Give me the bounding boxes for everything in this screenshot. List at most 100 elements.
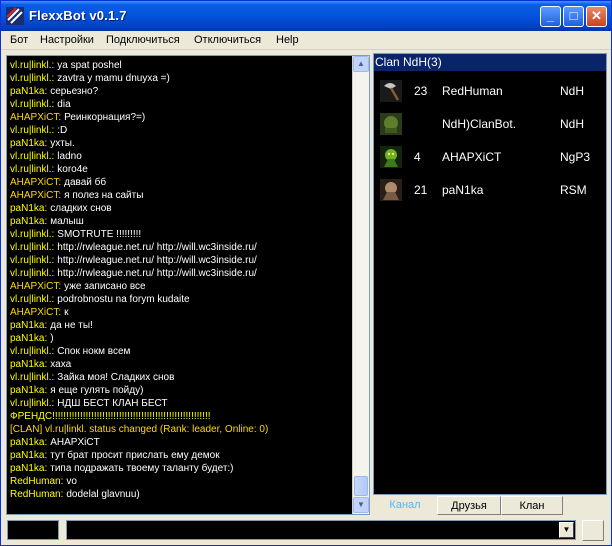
chat-line: paN1ka:) (10, 332, 352, 345)
menu-bar: Бот Настройки Подключиться Отключиться H… (1, 31, 611, 50)
menu-bot[interactable]: Бот (10, 34, 28, 46)
chat-message: к (64, 307, 69, 318)
chat-sender: vl.ru|linkl.: (10, 99, 55, 110)
clan-member-row[interactable]: 23 RedHuman NdH (374, 78, 606, 106)
member-clan-tag: NdH (560, 84, 585, 98)
chat-scrollbar[interactable]: ▲ ▼ (352, 56, 369, 514)
clan-header: Clan NdH(3) (374, 54, 606, 71)
member-clan-tag: NdH (560, 117, 585, 131)
axe-icon (380, 80, 402, 102)
chat-message: ya spat poshel (57, 60, 122, 71)
scroll-up-icon[interactable]: ▲ (353, 56, 369, 72)
chat-message: я еще гулять пойду) (50, 385, 144, 396)
hero-icon (380, 146, 402, 168)
scroll-down-icon[interactable]: ▼ (353, 497, 369, 513)
chat-sender: vl.ru|linkl.: (10, 268, 55, 279)
chat-message: тут брат просит прислать ему демок (50, 450, 220, 461)
clan-member-row[interactable]: 21 paN1ka RSM (374, 177, 606, 205)
chat-line: paN1ka: ухты. (10, 137, 352, 150)
close-button[interactable]: ✕ (586, 6, 607, 27)
chat-line: AHAPXiCT: Реинкорнация?=) (10, 111, 352, 124)
chat-line: AHAPXiCT: уже записано все (10, 280, 352, 293)
chat-line: paN1ka: сладких снов (10, 202, 352, 215)
clan-member-row[interactable]: NdH)ClanBot. NdH (374, 111, 606, 139)
member-level: 4 (414, 150, 421, 164)
chat-message: хаха (50, 359, 72, 370)
panel-tabs: Канал Друзья Клан (373, 495, 607, 517)
chat-line: vl.ru|linkl.: ya spat poshel (10, 59, 352, 72)
chat-message: я полез на сайты (64, 190, 144, 201)
chat-message: да не ты! (50, 320, 93, 331)
chat-line: AHAPXiCT: к (10, 306, 352, 319)
window-title: FlexxBot v0.1.7 (29, 8, 127, 23)
title-bar[interactable]: FlexxBot v0.1.7 _ □ ✕ (1, 1, 611, 31)
chat-sender: AHAPXiCT: (10, 281, 62, 292)
chat-message: :D (57, 125, 68, 136)
chat-line: [CLAN] vl.ru|linkl. status changed (Rank… (10, 423, 352, 436)
chat-sender: RedHuman: (10, 476, 64, 487)
chat-line: vl.ru|linkl.: НДШ БЕСТ КЛАН БЕСТ (10, 397, 352, 410)
menu-disconnect[interactable]: Отключиться (194, 34, 261, 46)
send-button[interactable] (582, 520, 604, 541)
tab-channel[interactable]: Канал (383, 496, 427, 515)
minimize-button[interactable]: _ (540, 6, 561, 27)
chat-message: сладких снов (50, 203, 112, 214)
chat-sender: vl.ru|linkl.: (10, 60, 55, 71)
bot-icon (380, 113, 402, 135)
menu-help[interactable]: Help (276, 34, 299, 46)
chat-message: http://rwleague.net.ru/ http://will.wc3i… (57, 242, 257, 253)
chat-sender: paN1ka: (10, 463, 48, 474)
chat-sender: vl.ru|linkl.: (10, 164, 55, 175)
chat-sender: vl.ru|linkl.: (10, 229, 55, 240)
chat-sender: paN1ka: (10, 203, 48, 214)
chat-sender: AHAPXiCT: (10, 190, 62, 201)
chat-message: dodelal glavnuu) (66, 489, 140, 500)
message-input[interactable]: ▼ (66, 520, 576, 540)
scroll-thumb[interactable] (354, 476, 368, 496)
chat-line: paN1ka: тут брат просит прислать ему демо… (10, 449, 352, 462)
maximize-button[interactable]: □ (563, 6, 584, 27)
chat-line: RedHuman: dodelal glavnuu) (10, 488, 352, 501)
chat-line: vl.ru|linkl.: koro4e (10, 163, 352, 176)
chat-line: paN1ka: серьезно? (10, 85, 352, 98)
member-name: AHAPXiCT (442, 150, 502, 164)
chat-line: vl.ru|linkl.: Зайка моя! Сладких снов (10, 371, 352, 384)
chat-line: paN1ka: да не ты! (10, 319, 352, 332)
menu-connect[interactable]: Подключиться (106, 34, 180, 46)
menu-settings[interactable]: Настройки (40, 34, 94, 46)
chat-sender: paN1ka: (10, 216, 48, 227)
chat-sender: vl.ru|linkl.: (10, 242, 55, 253)
clan-member-row[interactable]: 4 AHAPXiCT NgP3 (374, 144, 606, 172)
chat-sender: vl.ru|linkl.: (10, 346, 55, 357)
chat-sender: paN1ka: (10, 359, 48, 370)
chat-sender: paN1ka: (10, 437, 48, 448)
chat-line: RedHuman: vo (10, 475, 352, 488)
chat-lines: vl.ru|linkl.: ya spat poshel vl.ru|linkl.:… (10, 59, 352, 501)
chat-message: Зайка моя! Сладких снов (57, 372, 175, 383)
chat-message: малыш (50, 216, 84, 227)
chat-sender: vl.ru|linkl.: (10, 73, 55, 84)
chat-message: zavtra y mamu dnuyxa =) (57, 73, 170, 84)
chat-sender: paN1ka: (10, 450, 48, 461)
chat-line: AHAPXiCT: давай бб (10, 176, 352, 189)
chat-log[interactable]: vl.ru|linkl.: ya spat poshel vl.ru|linkl.:… (6, 55, 370, 515)
member-clan-tag: NgP3 (560, 150, 591, 164)
chat-sender: vl.ru|linkl.: (10, 372, 55, 383)
chat-sender: AHAPXiCT: (10, 307, 62, 318)
tab-friends[interactable]: Друзья (437, 496, 501, 515)
chat-sender: vl.ru|linkl.: (10, 255, 55, 266)
chevron-down-icon[interactable]: ▼ (559, 522, 574, 538)
channel-input[interactable] (7, 520, 59, 540)
chat-line: ФРЕНДС!!!!!!!!!!!!!!!!!!!!!!!!!!!!!!!!!!… (10, 410, 352, 423)
chat-message: [CLAN] vl.ru|linkl. status changed (Rank… (10, 424, 269, 435)
tab-clan[interactable]: Клан (501, 496, 563, 515)
chat-line: vl.ru|linkl.: Спок нокм всем (10, 345, 352, 358)
chat-line: vl.ru|linkl.: http://rwleague.net.ru/ htt… (10, 254, 352, 267)
member-name: NdH)ClanBot. (442, 117, 517, 131)
chat-message: типа подражать твоему таланту будет:) (50, 463, 234, 474)
chat-line: vl.ru|linkl.: http://rwleague.net.ru/ htt… (10, 241, 352, 254)
chat-message: koro4e (57, 164, 88, 175)
member-level: 21 (414, 183, 428, 197)
member-name: RedHuman (442, 84, 503, 98)
unit-icon (380, 179, 402, 201)
